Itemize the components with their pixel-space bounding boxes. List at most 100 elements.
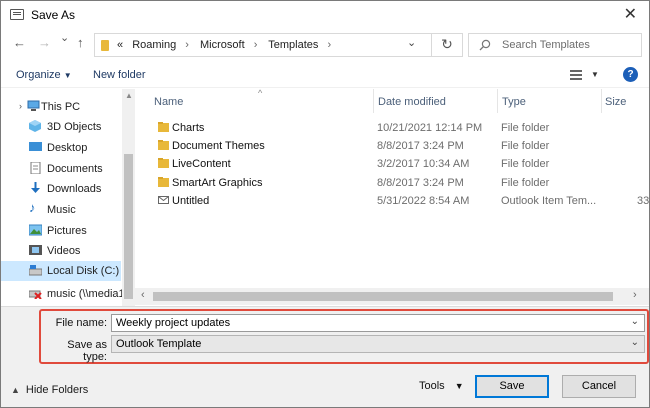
network-drive-disconnected-icon: [28, 287, 42, 300]
chevron-right-icon[interactable]: ›: [254, 39, 258, 51]
title-bar: Save As ✕: [1, 1, 649, 29]
chevron-right-icon[interactable]: ›: [327, 39, 331, 51]
sidebar-item-label: music (\\media1: [47, 288, 125, 300]
folder-icon: [158, 177, 169, 187]
sidebar-item-pictures[interactable]: Pictures: [1, 221, 121, 241]
pc-icon: [27, 100, 40, 112]
file-type: File folder: [501, 140, 550, 152]
file-name: Untitled: [172, 195, 210, 207]
sidebar-item-documents[interactable]: Documents: [1, 159, 121, 179]
column-header-type[interactable]: Type: [502, 96, 526, 108]
scroll-left-icon[interactable]: ‹: [141, 289, 145, 301]
search-input[interactable]: Search Templates: [502, 39, 590, 51]
scroll-up-icon[interactable]: ▲: [125, 91, 133, 100]
column-header-date[interactable]: Date modified: [378, 96, 446, 108]
breadcrumb-roaming[interactable]: Roaming: [132, 39, 176, 51]
download-icon: [29, 182, 42, 194]
refresh-icon[interactable]: ↻: [431, 33, 462, 57]
file-name: SmartArt Graphics: [172, 177, 263, 189]
forward-arrow-icon[interactable]: →: [38, 35, 51, 50]
sidebar-item-downloads[interactable]: Downloads: [1, 179, 121, 199]
sidebar-item-label: Desktop: [47, 142, 88, 154]
up-arrow-icon[interactable]: ↑: [77, 35, 84, 50]
navigation-scrollbar[interactable]: ▲: [122, 89, 135, 306]
file-name: Charts: [172, 122, 205, 134]
view-options-icon[interactable]: [570, 70, 582, 80]
expand-chevron-icon[interactable]: ›: [19, 101, 22, 111]
videos-icon: [29, 244, 42, 256]
column-header-size[interactable]: Size: [605, 96, 626, 108]
file-name-field[interactable]: Weekly project updates ⌄: [111, 314, 645, 332]
file-row-untitled[interactable]: Untitled 5/31/2022 8:54 AM Outlook Item …: [135, 191, 649, 210]
file-name: LiveContent: [172, 158, 231, 170]
dialog-title: Save As: [31, 8, 76, 22]
column-divider[interactable]: [601, 89, 602, 113]
file-list: ^ Name Date modified Type Size Charts 10…: [135, 88, 649, 306]
file-name-label: File name:: [55, 317, 107, 329]
cancel-button[interactable]: Cancel: [562, 375, 636, 398]
breadcrumb-overflow[interactable]: «: [117, 39, 123, 51]
file-row-document-themes[interactable]: Document Themes 8/8/2017 3:24 PM File fo…: [135, 136, 649, 155]
address-bar[interactable]: « Roaming › Microsoft › Templates › ⌄: [94, 33, 463, 57]
organize-label: Organize: [16, 69, 61, 81]
sort-ascending-icon: ^: [258, 88, 263, 98]
save-as-type-label: Save as type:: [67, 339, 107, 363]
sidebar-item-label: Documents: [47, 163, 103, 175]
drive-icon: [28, 264, 43, 276]
folder-icon: [158, 140, 169, 150]
new-folder-button[interactable]: New folder: [93, 69, 146, 81]
chevron-down-icon[interactable]: ⌄: [631, 337, 639, 348]
tools-label: Tools: [419, 380, 445, 392]
file-type: File folder: [501, 122, 550, 134]
envelope-icon: [158, 195, 169, 205]
column-header-name[interactable]: Name: [154, 96, 183, 108]
file-row-charts[interactable]: Charts 10/21/2021 12:14 PM File folder: [135, 118, 649, 137]
file-name-value: Weekly project updates: [116, 317, 231, 329]
column-divider[interactable]: [497, 89, 498, 113]
address-dropdown-icon[interactable]: ⌄: [407, 36, 416, 49]
folder-icon: [101, 40, 109, 51]
sidebar-item-label: Local Disk (C:): [47, 265, 120, 277]
breadcrumb-templates[interactable]: Templates: [268, 39, 318, 51]
scrollbar-thumb[interactable]: [124, 154, 133, 299]
chevron-right-icon[interactable]: ›: [185, 39, 189, 51]
close-icon[interactable]: ✕: [624, 4, 637, 24]
help-icon[interactable]: ?: [623, 67, 638, 82]
save-button[interactable]: Save: [475, 375, 549, 398]
column-divider[interactable]: [373, 89, 374, 113]
sidebar-item-videos[interactable]: Videos: [1, 241, 121, 261]
sidebar-item-music-network[interactable]: music (\\media1: [1, 284, 125, 304]
breadcrumb-microsoft[interactable]: Microsoft: [200, 39, 245, 51]
cube-icon: [29, 120, 42, 132]
tools-button[interactable]: Tools ▼: [419, 380, 464, 392]
sidebar-item-label: Downloads: [47, 183, 102, 195]
recent-locations-chevron-icon[interactable]: ⌄: [60, 31, 69, 44]
organize-button[interactable]: Organize ▼: [16, 69, 72, 81]
file-type: Outlook Item Tem...: [501, 195, 597, 207]
back-arrow-icon[interactable]: ←: [13, 35, 26, 50]
file-row-livecontent[interactable]: LiveContent 3/2/2017 10:34 AM File folde…: [135, 154, 649, 173]
sidebar-item-music[interactable]: ♪ Music: [1, 200, 121, 220]
search-box[interactable]: Search Templates: [468, 33, 642, 57]
sidebar-item-label: Videos: [47, 245, 81, 257]
file-date: 10/21/2021 12:14 PM: [377, 122, 483, 134]
music-icon: ♪: [29, 200, 36, 215]
save-as-type-select[interactable]: Outlook Template ⌄: [111, 335, 645, 353]
hide-folders-button[interactable]: ▲ Hide Folders: [11, 384, 88, 396]
sidebar-item-local-disk[interactable]: Local Disk (C:): [1, 261, 121, 281]
file-size: 33: [637, 195, 650, 207]
breadcrumb: « Roaming › Microsoft › Templates ›: [117, 39, 339, 51]
scrollbar-thumb[interactable]: [153, 292, 613, 301]
chevron-down-icon[interactable]: ⌄: [631, 316, 639, 327]
caret-up-icon: ▲: [11, 385, 20, 395]
sidebar-item-this-pc[interactable]: › This PC: [1, 97, 121, 117]
sidebar-item-3d-objects[interactable]: 3D Objects: [1, 117, 121, 137]
file-list-horizontal-scrollbar[interactable]: ‹ ›: [135, 288, 649, 305]
file-name: Document Themes: [172, 140, 265, 152]
view-dropdown-icon[interactable]: ▼: [591, 70, 599, 79]
file-date: 8/8/2017 3:24 PM: [377, 140, 464, 152]
scroll-right-icon[interactable]: ›: [633, 289, 637, 301]
file-row-smartart-graphics[interactable]: SmartArt Graphics 8/8/2017 3:24 PM File …: [135, 173, 649, 192]
sidebar-item-label: 3D Objects: [47, 121, 102, 133]
sidebar-item-desktop[interactable]: Desktop: [1, 138, 121, 158]
